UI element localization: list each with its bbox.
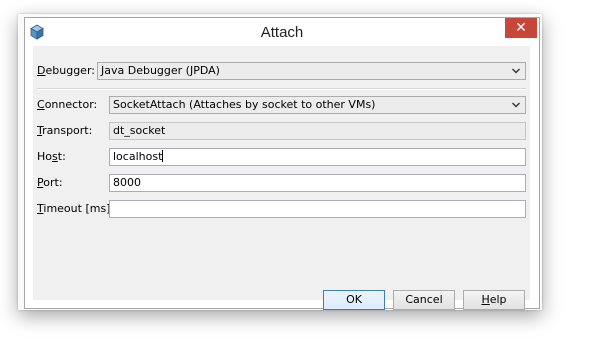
connector-select[interactable]: SocketAttach (Attaches by socket to othe… — [109, 96, 526, 114]
chevron-down-icon — [511, 97, 521, 113]
debugger-label: Debugger: — [37, 64, 95, 77]
text-caret — [162, 150, 164, 162]
ok-button-label: OK — [346, 293, 362, 306]
host-input[interactable]: localhost — [109, 148, 526, 166]
cancel-button-label: Cancel — [405, 293, 443, 306]
host-label: Host: — [37, 150, 66, 163]
port-input[interactable]: 8000 — [109, 174, 526, 192]
port-value: 8000 — [113, 176, 141, 189]
debugger-select-value: Java Debugger (JPDA) — [101, 64, 220, 77]
transport-value: dt_socket — [113, 124, 166, 137]
close-button[interactable]: ✕ — [505, 18, 537, 38]
dialog-content: Debugger: Java Debugger (JPDA) Connector… — [33, 46, 530, 310]
close-icon: ✕ — [515, 20, 527, 36]
timeout-input[interactable] — [109, 200, 526, 218]
host-value: localhost — [113, 150, 163, 163]
timeout-label: Timeout [ms]: — [37, 202, 115, 215]
ok-button[interactable]: OK — [323, 290, 385, 310]
transport-field: dt_socket — [109, 122, 526, 140]
chevron-down-icon — [511, 63, 521, 79]
window-title: Attach — [260, 24, 304, 41]
separator — [37, 88, 526, 90]
attach-dialog: Attach ✕ Debugger: Java Debugger (JPDA) … — [24, 17, 540, 310]
help-button-label: Help — [481, 293, 507, 306]
transport-label: Transport: — [37, 124, 93, 137]
debugger-select[interactable]: Java Debugger (JPDA) — [97, 62, 526, 80]
connector-select-value: SocketAttach (Attaches by socket to othe… — [113, 98, 376, 111]
cancel-button[interactable]: Cancel — [393, 290, 455, 310]
help-button[interactable]: Help — [463, 290, 525, 310]
connector-label: Connector: — [37, 98, 98, 111]
title-bar[interactable]: Attach ✕ — [25, 18, 539, 46]
port-label: Port: — [37, 176, 63, 189]
